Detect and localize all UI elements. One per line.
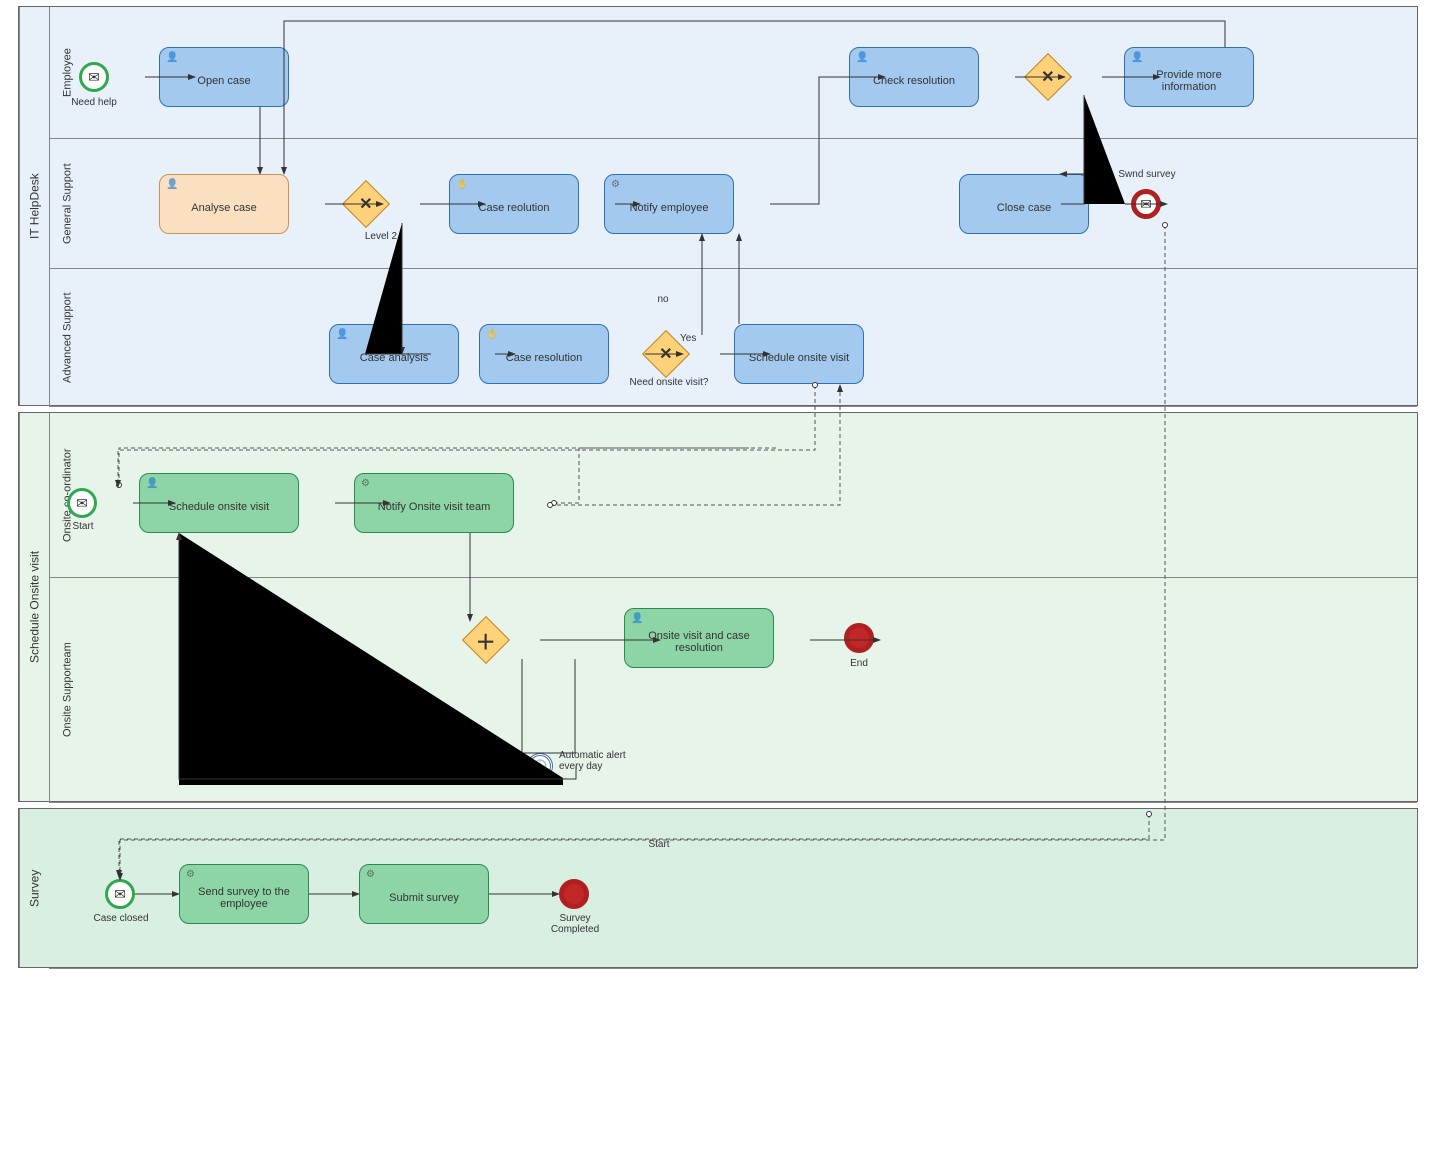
start-event-case-closed[interactable]: ✉ — [105, 879, 135, 909]
pool-title-survey: Survey — [19, 809, 49, 967]
task-onsite-resolution[interactable]: 👤 Onsite visit and case resolution — [624, 608, 774, 668]
pool-it-helpdesk: IT HelpDesk Employee ✉ Need help 👤 Open … — [18, 6, 1418, 406]
task-label: Check resolution — [873, 75, 955, 87]
envelope-icon: ✉ — [114, 886, 126, 903]
label-end-sov: End — [819, 658, 899, 669]
user-icon: 👤 — [336, 329, 348, 340]
manual-icon: ✋ — [456, 179, 468, 190]
task-label: Schedule onsite visit — [749, 352, 849, 364]
pool-title-sov: Schedule Onsite visit — [19, 413, 49, 801]
lane-advanced-support: Advanced Support 👤 Case analysis ✋ Case … — [49, 269, 1417, 407]
pool-survey: Survey ✉ Case closed ⚙ Send survey to th… — [18, 808, 1418, 968]
label-survey-start: Start — [619, 839, 699, 850]
envelope-icon: ✉ — [88, 69, 100, 86]
start-event-sov[interactable]: ✉ — [67, 488, 97, 518]
lane-coordinator: Onsite co-ordinator ✉ Start 👤 Schedule o… — [49, 413, 1417, 578]
user-icon: 👤 — [166, 52, 178, 63]
service-icon: ⚙ — [361, 478, 370, 489]
task-label: Analyse case — [191, 202, 256, 214]
task-schedule-visit2[interactable]: 👤 Schedule onsite visit — [139, 473, 299, 533]
task-label: Close case — [997, 202, 1051, 214]
task-label: Notify Onsite visit team — [378, 501, 490, 513]
task-label: Onsite visit and case resolution — [631, 630, 767, 654]
clock-icon: 🕒 — [533, 759, 548, 773]
gateway-after-check[interactable]: ✕ — [1024, 53, 1072, 101]
task-label: Provide more information — [1131, 69, 1247, 93]
service-icon: ⚙ — [366, 869, 375, 880]
label-case-closed: Case closed — [81, 913, 161, 924]
task-label: Case reolution — [479, 202, 550, 214]
user-icon: 👤 — [631, 613, 643, 624]
end-event-swnd-survey[interactable]: ✉ — [1131, 189, 1161, 219]
lane-support-team: Onsite Supporteam ＋ 👤 Onsite visit and c… — [49, 578, 1417, 803]
label-timer: Automatic alert every day — [559, 750, 649, 772]
task-provide-info[interactable]: 👤 Provide more information — [1124, 47, 1254, 107]
label-survey-done: Survey Completed — [535, 913, 615, 935]
task-send-survey[interactable]: ⚙ Send survey to the employee — [179, 864, 309, 924]
task-label: Notify employee — [630, 202, 709, 214]
task-schedule-onsite[interactable]: Schedule onsite visit — [734, 324, 864, 384]
manual-icon: ✋ — [486, 329, 498, 340]
label-yes: Yes — [680, 333, 710, 344]
user-icon: 👤 — [146, 478, 158, 489]
task-label: Open case — [197, 75, 250, 87]
task-check-resolution[interactable]: 👤 Check resolution — [849, 47, 979, 107]
task-label: Submit survey — [389, 892, 459, 904]
envelope-icon: ✉ — [1140, 196, 1152, 213]
task-analyse-case[interactable]: 👤 Analyse case — [159, 174, 289, 234]
lane-title-advanced: Advanced Support — [49, 269, 85, 406]
user-icon: 👤 — [166, 179, 178, 190]
user-icon: 👤 — [856, 52, 868, 63]
label-no: no — [648, 294, 678, 305]
task-case-reolution[interactable]: ✋ Case reolution — [449, 174, 579, 234]
service-icon: ⚙ — [186, 869, 195, 880]
gateway-parallel[interactable]: ＋ — [462, 616, 510, 664]
end-event-sov[interactable] — [844, 623, 874, 653]
task-notify-employee[interactable]: ⚙ Notify employee — [604, 174, 734, 234]
task-open-case[interactable]: 👤 Open case — [159, 47, 289, 107]
task-notify-team[interactable]: ⚙ Notify Onsite visit team — [354, 473, 514, 533]
task-case-resolution2[interactable]: ✋ Case resolution — [479, 324, 609, 384]
label-swnd-survey: Swnd survey — [1107, 169, 1187, 180]
task-submit-survey[interactable]: ⚙ Submit survey — [359, 864, 489, 924]
gateway-level2[interactable]: ✕ — [342, 180, 390, 228]
end-event-survey[interactable] — [559, 879, 589, 909]
task-label: Case resolution — [506, 352, 582, 364]
service-icon: ⚙ — [611, 179, 620, 190]
lane-employee: Employee ✉ Need help 👤 Open case 👤 Check… — [49, 7, 1417, 139]
user-icon: 👤 — [1131, 52, 1143, 63]
envelope-icon: ✉ — [76, 495, 88, 512]
lane-general-support: General Support 👤 Analyse case ✕ Level 2… — [49, 139, 1417, 269]
lane-title-team: Onsite Supporteam — [49, 578, 85, 802]
pool-title-it: IT HelpDesk — [19, 7, 49, 405]
label-need-help: Need help — [54, 97, 134, 108]
pool-schedule-onsite: Schedule Onsite visit Onsite co-ordinato… — [18, 412, 1418, 802]
task-case-analysis[interactable]: 👤 Case analysis — [329, 324, 459, 384]
label-start-sov: Start — [43, 521, 123, 532]
task-label: Case analysis — [360, 352, 428, 364]
lane-survey: ✉ Case closed ⚙ Send survey to the emplo… — [49, 809, 1417, 969]
label-level2: Level 2 — [341, 231, 421, 242]
task-label: Send survey to the employee — [186, 886, 302, 910]
label-need-onsite: Need onsite visit? — [629, 377, 709, 388]
start-event-need-help[interactable]: ✉ — [79, 62, 109, 92]
timer-event[interactable]: 🕒 — [527, 753, 553, 779]
task-label: Schedule onsite visit — [169, 501, 269, 513]
lane-title-general: General Support — [49, 139, 85, 268]
task-close-case[interactable]: Close case — [959, 174, 1089, 234]
